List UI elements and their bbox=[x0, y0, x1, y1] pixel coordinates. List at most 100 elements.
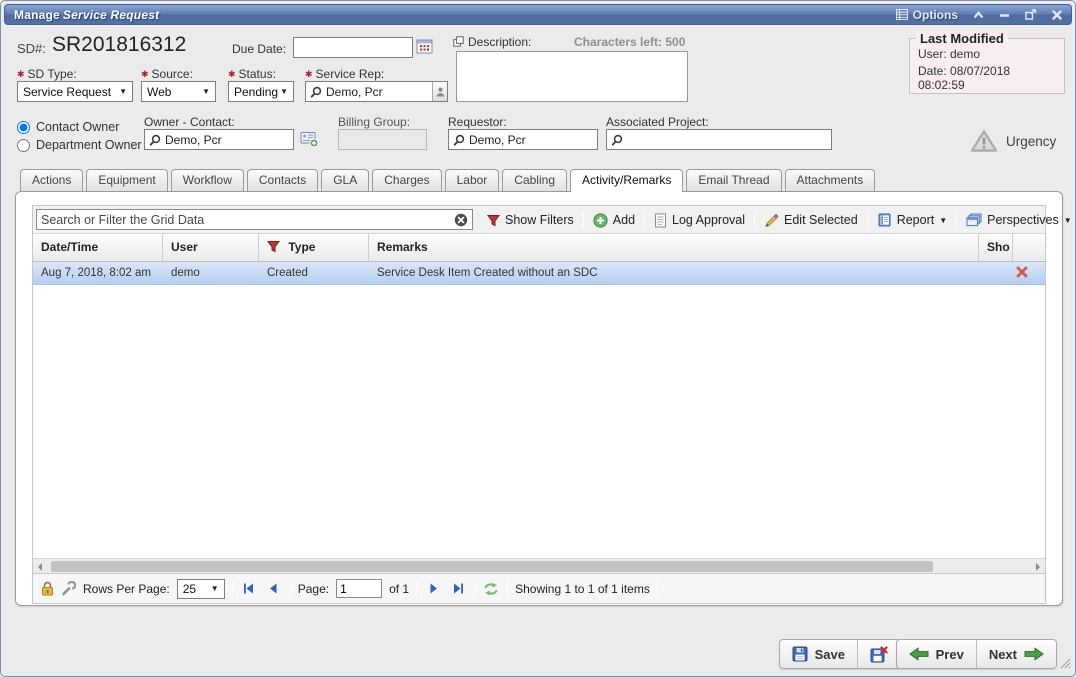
last-page-icon bbox=[452, 582, 465, 595]
sd-type-value: Service Request bbox=[23, 85, 111, 99]
prev-button[interactable]: Prev bbox=[897, 640, 976, 668]
sd-type-select[interactable]: Service Request ▼ bbox=[17, 81, 133, 102]
owner-contact-input[interactable] bbox=[165, 133, 293, 147]
collapse-button[interactable] bbox=[973, 11, 984, 19]
tab-contacts[interactable]: Contacts bbox=[247, 169, 318, 191]
column-header-delete bbox=[1013, 234, 1033, 261]
clear-search-icon[interactable] bbox=[454, 213, 468, 227]
close-button[interactable] bbox=[1052, 10, 1062, 20]
toolbar-separator bbox=[583, 211, 584, 229]
minimize-button[interactable] bbox=[999, 11, 1010, 19]
urgency-indicator[interactable]: Urgency bbox=[970, 129, 1056, 153]
calendar-icon bbox=[416, 38, 433, 54]
service-rep-lookup bbox=[305, 81, 448, 102]
save-button[interactable]: Save bbox=[780, 640, 857, 668]
tab-labor[interactable]: Labor bbox=[445, 169, 500, 191]
required-asterisk: ✱ bbox=[228, 69, 236, 79]
add-button[interactable]: Add bbox=[589, 211, 639, 230]
dropdown-arrow-icon: ▼ bbox=[202, 87, 210, 96]
report-button[interactable]: Report ▼ bbox=[873, 211, 951, 229]
contact-owner-radio[interactable]: Contact Owner bbox=[17, 120, 119, 134]
required-asterisk: ✱ bbox=[17, 69, 25, 79]
last-page-button[interactable] bbox=[449, 580, 467, 598]
next-page-icon bbox=[427, 582, 440, 595]
scrollbar-thumb[interactable] bbox=[51, 561, 933, 572]
wrench-icon[interactable] bbox=[61, 581, 76, 596]
cell-date-time: Aug 7, 2018, 8:02 am bbox=[33, 262, 163, 284]
column-header-remarks[interactable]: Remarks bbox=[369, 234, 979, 261]
characters-left-counter: Characters left: 500 bbox=[574, 35, 685, 49]
due-date-label: Due Date: bbox=[232, 42, 286, 56]
resize-grip[interactable] bbox=[1059, 657, 1071, 672]
status-select[interactable]: Pending ▼ bbox=[228, 81, 294, 102]
associated-project-input[interactable] bbox=[627, 133, 831, 147]
grid-header-row: Date/Time User Type Remarks Sho bbox=[33, 234, 1045, 262]
filter-funnel-icon bbox=[487, 214, 500, 227]
due-date-input[interactable] bbox=[298, 41, 408, 55]
save-and-close-button[interactable] bbox=[857, 640, 900, 668]
edit-selected-button[interactable]: Edit Selected bbox=[760, 211, 862, 230]
description-textarea[interactable] bbox=[456, 51, 688, 102]
search-icon bbox=[611, 134, 623, 146]
tab-gla[interactable]: GLA bbox=[321, 169, 369, 191]
table-row[interactable]: Aug 7, 2018, 8:02 am demo Created Servic… bbox=[33, 262, 1045, 285]
service-rep-input[interactable] bbox=[326, 85, 428, 99]
activity-remarks-panel: Show Filters Add Log Approval bbox=[15, 191, 1063, 606]
chevron-up-icon bbox=[973, 11, 984, 19]
perspectives-button[interactable]: Perspectives ▼ bbox=[962, 211, 1075, 229]
page-number-input[interactable] bbox=[336, 579, 382, 598]
scroll-left-button[interactable] bbox=[33, 562, 47, 572]
rows-per-page-select[interactable]: 25 ▼ bbox=[177, 579, 225, 599]
last-modified-user: User: demo bbox=[918, 47, 1056, 61]
column-header-type[interactable]: Type bbox=[259, 234, 369, 261]
log-approval-button[interactable]: Log Approval bbox=[650, 211, 749, 230]
tab-activity-remarks[interactable]: Activity/Remarks bbox=[570, 169, 683, 192]
tab-actions[interactable]: Actions bbox=[20, 169, 83, 191]
scroll-right-button[interactable] bbox=[1031, 562, 1045, 572]
lock-icon[interactable] bbox=[41, 581, 54, 596]
requestor-input[interactable] bbox=[469, 133, 597, 147]
tab-workflow[interactable]: Workflow bbox=[171, 169, 244, 191]
source-select[interactable]: Web ▼ bbox=[141, 81, 216, 102]
delete-x-icon bbox=[1016, 266, 1028, 278]
tab-cabling[interactable]: Cabling bbox=[502, 169, 567, 191]
page-label: Page: bbox=[298, 582, 329, 596]
calendar-button[interactable] bbox=[416, 38, 433, 57]
tab-email-thread[interactable]: Email Thread bbox=[686, 169, 781, 191]
titlebar[interactable]: ManageService Request Options bbox=[4, 4, 1072, 25]
service-rep-picker-button[interactable] bbox=[432, 82, 447, 101]
department-owner-radio[interactable]: Department Owner bbox=[17, 138, 142, 152]
tab-equipment[interactable]: Equipment bbox=[86, 169, 167, 191]
next-button[interactable]: Next bbox=[976, 640, 1056, 668]
row-delete-button[interactable] bbox=[1013, 262, 1033, 284]
prev-page-button[interactable] bbox=[265, 580, 283, 598]
sort-icon[interactable] bbox=[145, 242, 153, 260]
toolbar-separator bbox=[754, 211, 755, 229]
tab-attachments[interactable]: Attachments bbox=[785, 169, 876, 191]
options-button[interactable]: Options bbox=[896, 8, 958, 22]
service-rep-label: ✱Service Rep: bbox=[305, 67, 384, 81]
prev-next-button-group: Prev Next bbox=[896, 639, 1057, 669]
window-title-prefix: Manage bbox=[14, 8, 60, 22]
department-owner-radio-input[interactable] bbox=[17, 139, 30, 152]
contact-owner-radio-input[interactable] bbox=[17, 121, 30, 134]
page-of-label: of 1 bbox=[389, 582, 409, 596]
column-header-date-time[interactable]: Date/Time bbox=[33, 234, 163, 261]
first-page-button[interactable] bbox=[240, 580, 258, 598]
column-header-user[interactable]: User bbox=[163, 234, 259, 261]
tab-charges[interactable]: Charges bbox=[372, 169, 441, 191]
refresh-button[interactable] bbox=[482, 580, 500, 598]
save-close-floppy-x-icon bbox=[870, 646, 888, 663]
grid-footer: Rows Per Page: 25 ▼ Page: of 1 bbox=[33, 573, 1045, 603]
column-header-show[interactable]: Sho bbox=[979, 234, 1013, 261]
cell-type: Created bbox=[259, 262, 369, 284]
popout-button[interactable] bbox=[1025, 9, 1037, 20]
next-label: Next bbox=[989, 647, 1017, 662]
show-filters-button[interactable]: Show Filters bbox=[483, 211, 578, 229]
next-page-button[interactable] bbox=[424, 580, 442, 598]
add-contact-button[interactable] bbox=[300, 131, 319, 151]
horizontal-scrollbar[interactable] bbox=[33, 558, 1045, 573]
description-popout-icon[interactable] bbox=[453, 36, 464, 50]
grid-search-input[interactable] bbox=[41, 213, 450, 227]
options-label: Options bbox=[913, 8, 958, 22]
